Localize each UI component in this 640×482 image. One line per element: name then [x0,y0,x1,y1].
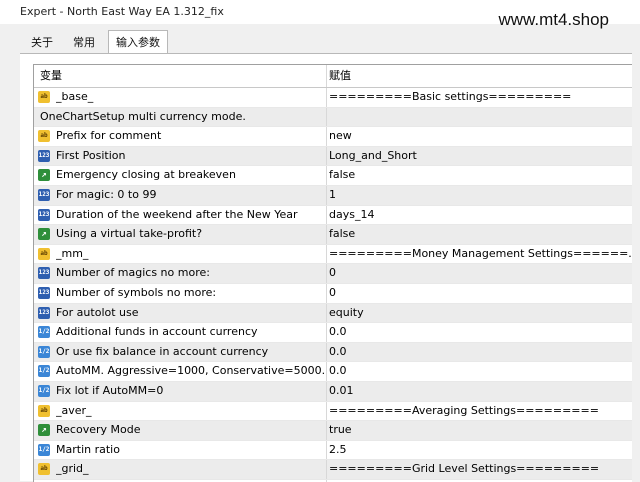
table-row[interactable]: ab _grid_ =========Grid Level Settings====… [34,460,632,480]
parameter-value[interactable]: 0.0 [326,342,631,362]
table-row[interactable]: 123 Duration of the weekend after the New… [34,205,632,226]
table-row[interactable]: 1/2 Additional funds in account currency 0… [34,323,632,343]
table-row[interactable]: 1/2 Martin ratio 2.5 [34,440,632,461]
integer-icon: 123 [38,306,50,319]
parameter-name: Fix lot if AutoMM=0 [56,383,164,397]
parameter-value[interactable]: 0 [326,264,631,283]
double-icon: 1/2 [38,345,50,358]
table-row[interactable]: 1/2 Fix lot if AutoMM=0 0.01 [34,381,632,402]
parameter-name: Or use fix balance in account currency [56,344,269,358]
parameter-value[interactable]: equity [326,303,631,323]
table-row[interactable]: ab _mm_ =========Money Management Settings… [34,244,632,265]
double-icon: 1/2 [38,384,50,397]
table-row[interactable]: 123 Number of magics no more: 0 [34,264,632,284]
parameter-name: For autolot use [56,305,139,319]
parameter-name: First Position [56,148,126,162]
parameter-value[interactable]: =========Basic settings========= [326,88,631,107]
parameter-value[interactable]: false [326,166,631,185]
boolean-icon: ↗ [38,228,50,241]
boolean-icon: ↗ [38,169,50,182]
table-body: ab _base_ =========Basic settings=========… [34,88,632,482]
parameter-name: Using a virtual take-profit? [56,227,203,241]
parameter-value[interactable]: true [326,421,631,440]
parameter-value[interactable]: false [326,225,631,244]
table-row[interactable]: ab Prefix for comment new [34,127,632,147]
parameter-name: _mm_ [56,246,89,260]
parameter-name: Prefix for comment [56,129,162,143]
integer-icon: 123 [38,149,50,162]
tab-inputs[interactable]: 输入参数 [108,30,168,55]
parameter-value[interactable]: =========Money Management Settings======… [326,244,631,264]
parameter-value[interactable]: 2.5 [326,440,631,460]
double-icon: 1/2 [38,365,50,378]
table-row[interactable]: ↗ Recovery Mode true [34,421,632,441]
title-bar: Expert - North East Way EA 1.312_fix www… [0,0,640,29]
string-icon: ab [38,463,50,476]
integer-icon: 123 [38,286,50,299]
table-row[interactable]: ↗ Using a virtual take-profit? false [34,225,632,245]
double-icon: 1/2 [38,326,50,339]
tab-about[interactable]: 关于 [27,32,57,53]
string-icon: ab [38,247,50,260]
double-icon: 1/2 [38,443,50,456]
parameter-name: Number of symbols no more: [56,285,217,299]
parameter-name: Additional funds in account currency [56,325,258,339]
parameter-value[interactable]: 0.0 [326,323,631,342]
parameter-name: For magic: 0 to 99 [56,187,157,201]
table-row[interactable]: ↗ Emergency closing at breakeven false [34,166,632,186]
table-row[interactable]: 123 First Position Long_and_Short [34,146,632,167]
string-icon: ab [38,91,50,103]
inputs-panel: 变量 赋值 ab _base_ =========Basic settings===… [20,53,632,482]
parameter-name: Martin ratio [56,442,120,456]
parameter-value[interactable]: =========Averaging Settings========= [326,401,631,421]
column-header-variable[interactable]: 变量 [40,65,62,87]
boolean-icon: ↗ [38,424,50,437]
parameter-value[interactable]: days_14 [326,205,631,225]
table-row[interactable]: 1/2 AutoMM. Aggressive=1000, Conservative… [34,362,632,382]
parameter-value[interactable]: 0.0 [326,362,631,381]
table-row[interactable]: ab _base_ =========Basic settings========= [34,88,632,108]
parameter-value[interactable]: Long_and_Short [326,146,631,166]
tab-bar: 关于 常用 输入参数 [0,30,640,55]
parameter-name: Emergency closing at breakeven [56,168,236,182]
parameter-name: _aver_ [56,403,92,417]
parameters-table: 变量 赋值 ab _base_ =========Basic settings===… [33,64,632,482]
watermark: www.mt4.shop [498,10,609,29]
parameter-value[interactable] [326,107,631,127]
parameter-name: Number of magics no more: [56,266,210,280]
parameter-name: Recovery Mode [56,423,141,437]
column-header-value[interactable]: 赋值 [326,65,351,87]
parameter-name: OneChartSetup multi currency mode. [40,109,246,123]
parameter-value[interactable]: =========Grid Level Settings========= [326,460,631,479]
parameter-value[interactable]: 1 [326,185,631,205]
tab-common[interactable]: 常用 [64,32,104,53]
integer-icon: 123 [38,208,50,221]
string-icon: ab [38,404,50,417]
table-row[interactable]: 123 For magic: 0 to 99 1 [34,185,632,206]
string-icon: ab [38,130,50,143]
parameter-name: AutoMM. Aggressive=1000, Conservative=50… [56,364,324,378]
parameter-name: Duration of the weekend after the New Ye… [56,207,298,221]
table-header: 变量 赋值 [34,65,632,88]
table-row[interactable]: 123 Number of symbols no more: 0 [34,283,632,304]
table-row[interactable]: OneChartSetup multi currency mode. [34,107,632,128]
integer-icon: 123 [38,188,50,201]
table-row[interactable]: 1/2 Or use fix balance in account currenc… [34,342,632,363]
parameter-name: _base_ [56,90,94,103]
parameter-name: _grid_ [56,462,89,476]
window-title: Expert - North East Way EA 1.312_fix [20,5,224,18]
integer-icon: 123 [38,267,50,280]
parameter-value[interactable]: 0 [326,283,631,303]
parameter-value[interactable]: 0.01 [326,381,631,401]
table-row[interactable]: ab _aver_ =========Averaging Settings=====… [34,401,632,422]
parameter-value[interactable]: new [326,127,631,146]
table-row[interactable]: 123 For autolot use equity [34,303,632,324]
